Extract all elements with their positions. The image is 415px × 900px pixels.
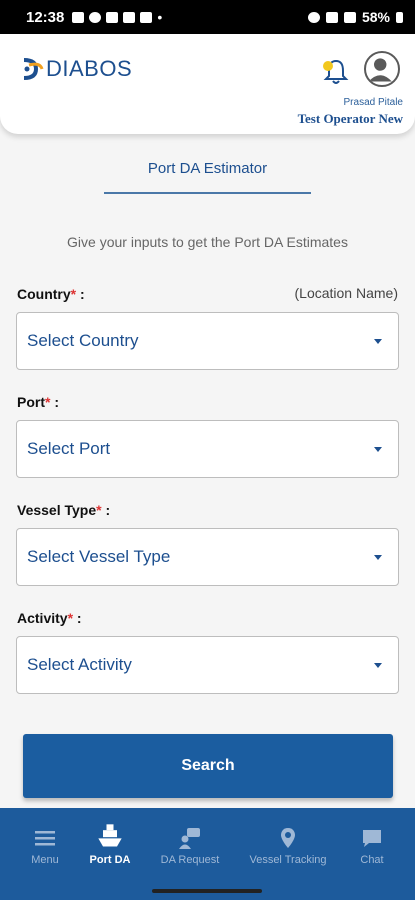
- alarm-icon: [307, 11, 320, 23]
- nav-label: Menu: [31, 854, 59, 866]
- user-avatar-icon: [368, 58, 392, 82]
- signal-icon: [343, 11, 356, 23]
- bottom-nav: Menu Port DA DA Request Vessel Tracking …: [0, 808, 415, 900]
- label-colon: :: [76, 286, 85, 302]
- app-logo: DIABOS: [20, 56, 132, 82]
- diabos-logo-icon: [23, 58, 44, 80]
- dropdown-arrow-icon: [374, 662, 382, 668]
- notification-bell-icon[interactable]: [322, 56, 350, 86]
- vessel-type-label-text: Vessel Type: [17, 502, 97, 518]
- country-label-text: Country: [17, 286, 71, 302]
- user-role: Test Operator New: [297, 111, 403, 126]
- account-icon: [89, 11, 102, 23]
- nav-label: Port DA: [89, 854, 131, 866]
- nav-item-vessel-tracking[interactable]: Vessel Tracking: [243, 818, 333, 866]
- ship-icon: [98, 824, 122, 847]
- location-pin-icon: [281, 828, 295, 848]
- home-indicator[interactable]: [152, 889, 262, 893]
- country-select-value: Select Country: [27, 331, 139, 350]
- chat-icon: [363, 830, 381, 847]
- label-colon: :: [101, 502, 111, 518]
- vessel-type-select[interactable]: Select Vessel Type: [16, 528, 399, 586]
- label-colon: :: [73, 610, 82, 626]
- mail-icon: [123, 11, 136, 23]
- dropdown-arrow-icon: [374, 338, 382, 344]
- activity-select[interactable]: Select Activity: [16, 636, 399, 694]
- page-title: Port DA Estimator: [147, 160, 268, 177]
- status-time: 12:38: [26, 8, 65, 26]
- nav-label: DA Request: [160, 854, 220, 866]
- nav-label: Vessel Tracking: [249, 854, 327, 866]
- port-label: Port* :: [17, 394, 59, 410]
- nav-item-da-request[interactable]: DA Request: [145, 818, 235, 866]
- label-colon: :: [50, 394, 60, 410]
- chat-user-icon: [179, 828, 200, 849]
- dropdown-arrow-icon: [374, 446, 382, 452]
- nav-label: Chat: [360, 854, 384, 866]
- system-icons: 58%: [307, 9, 403, 25]
- nav-item-port-da[interactable]: Port DA: [65, 818, 155, 866]
- logo-text: DIABOS: [46, 56, 133, 81]
- app-header: DIABOS Prasad Pitale Test Operator New: [0, 34, 415, 134]
- title-underline: [104, 192, 311, 194]
- menu-icon: [35, 831, 55, 846]
- dropdown-arrow-icon: [374, 554, 382, 560]
- location-hint: (Location Name): [294, 285, 399, 301]
- page-subtitle: Give your inputs to get the Port DA Esti…: [67, 234, 348, 250]
- battery-icon: [396, 11, 403, 23]
- country-select[interactable]: Select Country: [16, 312, 399, 370]
- vessel-type-select-value: Select Vessel Type: [27, 547, 171, 566]
- activity-label-text: Activity: [17, 610, 68, 626]
- avatar[interactable]: [364, 51, 400, 87]
- search-button[interactable]: Search: [23, 734, 393, 798]
- country-label: Country* :: [17, 286, 85, 302]
- user-name: Prasad Pitale: [343, 97, 403, 108]
- message-icon: [72, 11, 85, 23]
- status-bar: 12:38 • 58%: [0, 0, 415, 34]
- nav-item-chat[interactable]: Chat: [327, 818, 415, 866]
- wifi-icon: [325, 11, 338, 23]
- vessel-type-label: Vessel Type* :: [17, 502, 110, 518]
- activity-select-value: Select Activity: [27, 655, 132, 674]
- port-label-text: Port: [17, 394, 45, 410]
- more-dot-icon: •: [157, 9, 163, 25]
- port-select[interactable]: Select Port: [16, 420, 399, 478]
- notification-icons: •: [72, 9, 162, 25]
- mail-icon: [106, 11, 119, 23]
- activity-label: Activity* :: [17, 610, 82, 626]
- image-icon: [140, 11, 153, 23]
- battery-percent: 58%: [361, 9, 390, 25]
- port-select-value: Select Port: [27, 439, 111, 458]
